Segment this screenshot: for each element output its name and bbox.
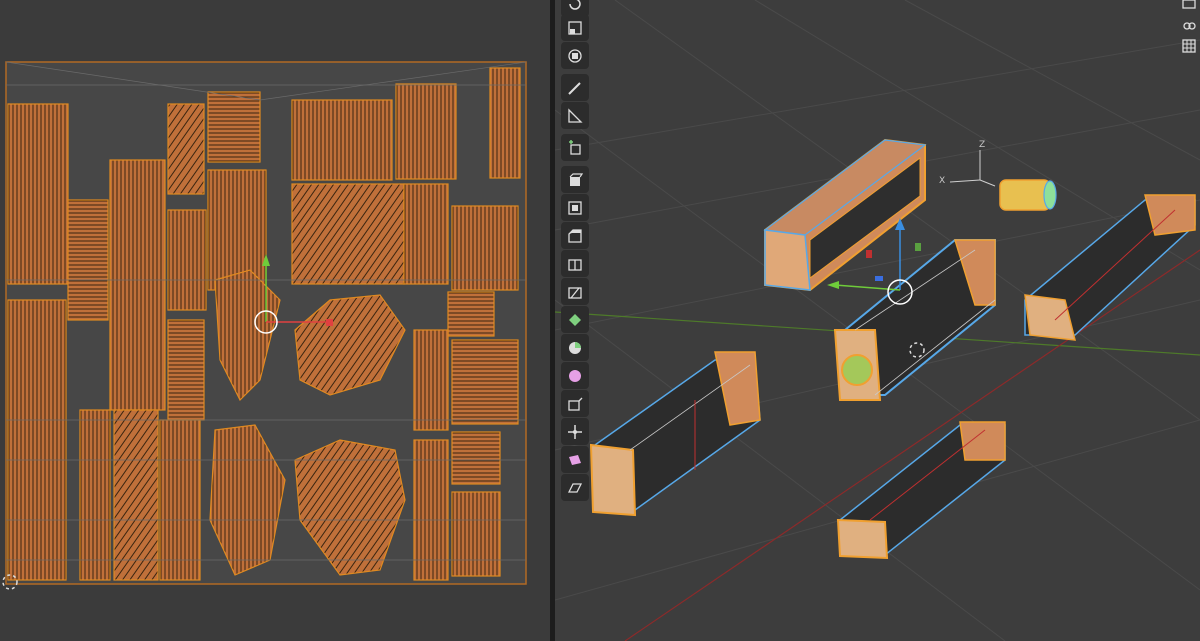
edge-slide-tool-button[interactable] [561, 390, 589, 417]
mesh-channel-lower-left[interactable] [589, 351, 761, 517]
loop-cut-tool-button[interactable] [561, 250, 589, 277]
mini-axis-z-label: Z [979, 140, 986, 150]
smooth-icon [569, 369, 581, 382]
transform-tool-button[interactable] [561, 42, 589, 69]
spin-tool-button[interactable] [561, 334, 589, 361]
camera-icon [1182, 0, 1196, 9]
extrude-icon [569, 172, 584, 186]
rip-tool-button[interactable] [561, 474, 589, 501]
mesh-channel-right[interactable] [1024, 194, 1196, 341]
bevel-icon [568, 228, 582, 243]
shear-icon [569, 454, 581, 465]
inset-icon [568, 200, 582, 215]
inset-tool-button[interactable] [561, 194, 589, 221]
grid-view-icon [1182, 39, 1196, 53]
mesh-channel-active[interactable] [833, 239, 996, 401]
mini-axis-x-label: X [939, 176, 946, 186]
grid-view-button[interactable] [1178, 36, 1200, 56]
rotate-icon [569, 0, 581, 10]
uv-editor-panel[interactable] [0, 0, 550, 641]
knife-icon [568, 286, 582, 299]
mesh-channel-bottom[interactable] [836, 421, 1006, 560]
poly-build-tool-button[interactable] [561, 306, 589, 333]
shrink-fatten-tool-button[interactable] [561, 418, 589, 445]
pan-view-button[interactable] [1178, 16, 1200, 36]
viewport-canvas[interactable] [555, 0, 1200, 641]
3d-viewport[interactable]: Z X [555, 0, 1200, 641]
mesh-cylinder[interactable] [999, 179, 1057, 211]
annotate-icon [568, 81, 581, 95]
shear-tool-button[interactable] [561, 446, 589, 473]
scale-icon [568, 20, 582, 35]
add-cube-tool-button[interactable] [561, 134, 589, 161]
smooth-tool-button[interactable] [561, 362, 589, 389]
bevel-tool-button[interactable] [561, 222, 589, 249]
hand-icon [1183, 22, 1196, 30]
scale-tool-button[interactable] [561, 14, 589, 41]
loop-cut-icon [568, 258, 582, 271]
measure-tool-button[interactable] [561, 102, 589, 129]
add-cube-icon [569, 139, 581, 155]
camera-view-button[interactable] [1178, 0, 1200, 16]
shrink-fatten-icon [568, 424, 582, 439]
uv-canvas[interactable] [0, 0, 550, 641]
mesh-bar-top[interactable] [763, 138, 927, 292]
knife-tool-button[interactable] [561, 278, 589, 305]
measure-icon [568, 107, 583, 123]
rip-icon [567, 482, 583, 493]
spin-icon [569, 341, 581, 354]
annotate-tool-button[interactable] [561, 74, 589, 101]
edge-slide-icon [568, 397, 583, 411]
extrude-tool-button[interactable] [561, 166, 589, 193]
poly-build-icon [569, 313, 581, 326]
transform-icon [568, 48, 582, 63]
